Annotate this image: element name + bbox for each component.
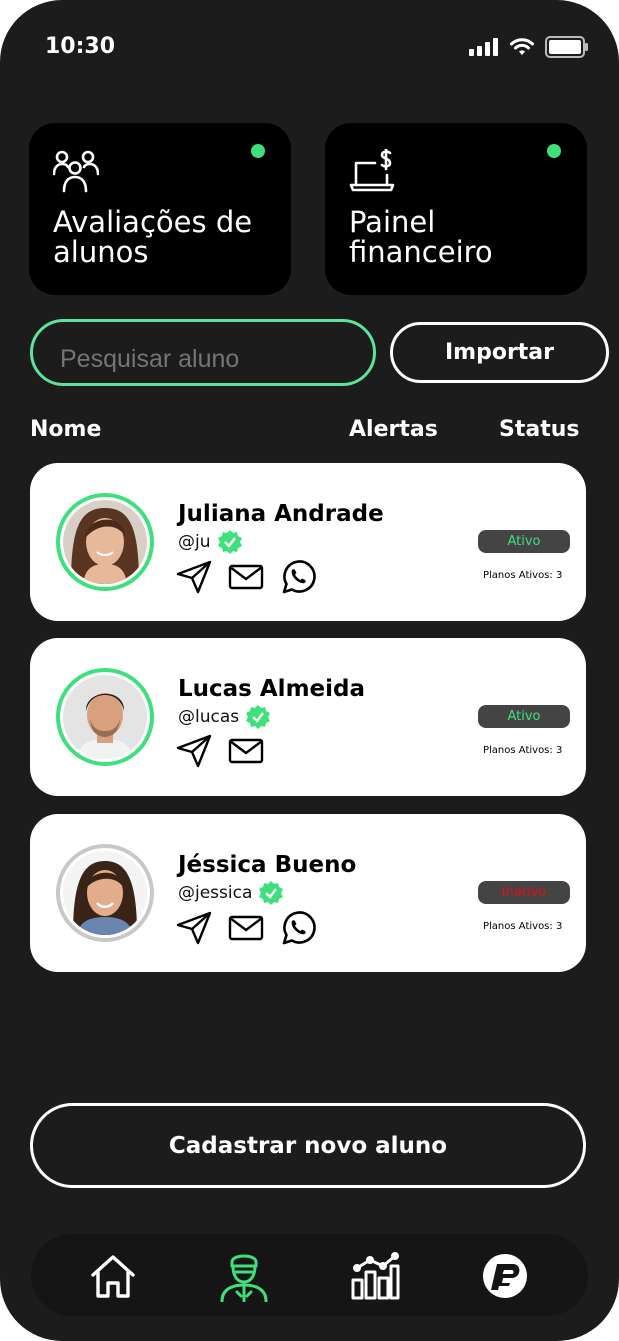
student-actions [176, 559, 316, 595]
avatar [56, 493, 154, 591]
student-name: Juliana Andrade [178, 501, 384, 527]
signal-icon [469, 38, 498, 56]
email-icon[interactable] [228, 564, 264, 590]
shortcut-financial-panel[interactable]: Painel financeiro [325, 123, 587, 295]
avatar-photo [63, 675, 147, 759]
whatsapp-icon[interactable] [280, 559, 316, 595]
users-icon [53, 150, 99, 193]
student-handle-text: @ju [178, 532, 211, 552]
student-handle: @ju [178, 529, 243, 555]
verified-badge-icon [246, 705, 271, 729]
email-icon[interactable] [228, 915, 264, 941]
notification-dot [251, 144, 265, 158]
search-input[interactable] [30, 319, 376, 386]
nav-stats[interactable] [347, 1248, 403, 1304]
status-text: Inativo [501, 885, 547, 900]
active-plans: Planos Ativos: 3 [483, 921, 563, 932]
student-card[interactable]: Juliana Andrade @ju Ativo Planos Ativos:… [30, 463, 586, 621]
avatar-photo [63, 500, 147, 584]
student-card[interactable]: Lucas Almeida @lucas Ativo Planos Ativos… [30, 638, 586, 796]
shortcut-student-evaluations[interactable]: Avaliações de alunos [29, 123, 291, 295]
student-name: Jéssica Bueno [178, 852, 357, 878]
status-text: Ativo [507, 534, 541, 549]
column-header-alerts: Alertas [349, 417, 438, 442]
student-handle-text: @lucas [178, 707, 240, 727]
whatsapp-icon[interactable] [280, 910, 316, 946]
wifi-icon [510, 38, 534, 55]
status-text: Ativo [507, 709, 541, 724]
active-plans: Planos Ativos: 3 [483, 570, 563, 581]
student-handle-text: @jessica [178, 883, 253, 903]
notification-dot [547, 144, 561, 158]
register-student-button[interactable]: Cadastrar novo aluno [30, 1103, 586, 1188]
phone-screen: 10:30 Avaliações de alunos Painel financ… [0, 0, 619, 1341]
active-plans: Planos Ativos: 3 [483, 745, 563, 756]
chart-icon [351, 1252, 400, 1300]
student-actions [176, 910, 316, 946]
laptop-dollar-icon [349, 149, 395, 192]
email-icon[interactable] [228, 738, 264, 764]
student-handle: @jessica [178, 880, 284, 906]
avatar [56, 844, 154, 942]
status-badge: Ativo [478, 530, 570, 553]
student-actions [176, 734, 264, 768]
verified-badge-icon [217, 530, 242, 554]
home-icon [91, 1255, 135, 1298]
student-handle: @lucas [178, 704, 271, 730]
verified-badge-icon [259, 881, 284, 905]
avatar-photo [63, 851, 147, 935]
student-name: Lucas Almeida [178, 676, 365, 702]
nav-trainer[interactable] [216, 1248, 272, 1304]
send-message-icon[interactable] [176, 734, 212, 768]
battery-icon [545, 36, 588, 58]
avatar [56, 668, 154, 766]
column-header-status: Status [499, 417, 580, 442]
send-message-icon[interactable] [176, 560, 212, 594]
import-button[interactable]: Importar [390, 322, 609, 383]
logo-icon [483, 1254, 527, 1298]
status-icons [469, 36, 589, 58]
status-badge: Ativo [478, 705, 570, 728]
nav-home[interactable] [85, 1248, 141, 1304]
nav-profile[interactable] [477, 1248, 533, 1304]
trainer-icon [220, 1254, 268, 1302]
shortcut-title: Avaliações de alunos [53, 205, 253, 269]
student-card[interactable]: Jéssica Bueno @jessica Inativo Planos At… [30, 814, 586, 972]
column-header-name: Nome [30, 417, 102, 442]
status-badge: Inativo [478, 881, 570, 904]
send-message-icon[interactable] [176, 911, 212, 945]
bottom-nav [31, 1234, 588, 1316]
status-time: 10:30 [45, 34, 116, 59]
shortcut-title: Painel financeiro [349, 205, 493, 269]
